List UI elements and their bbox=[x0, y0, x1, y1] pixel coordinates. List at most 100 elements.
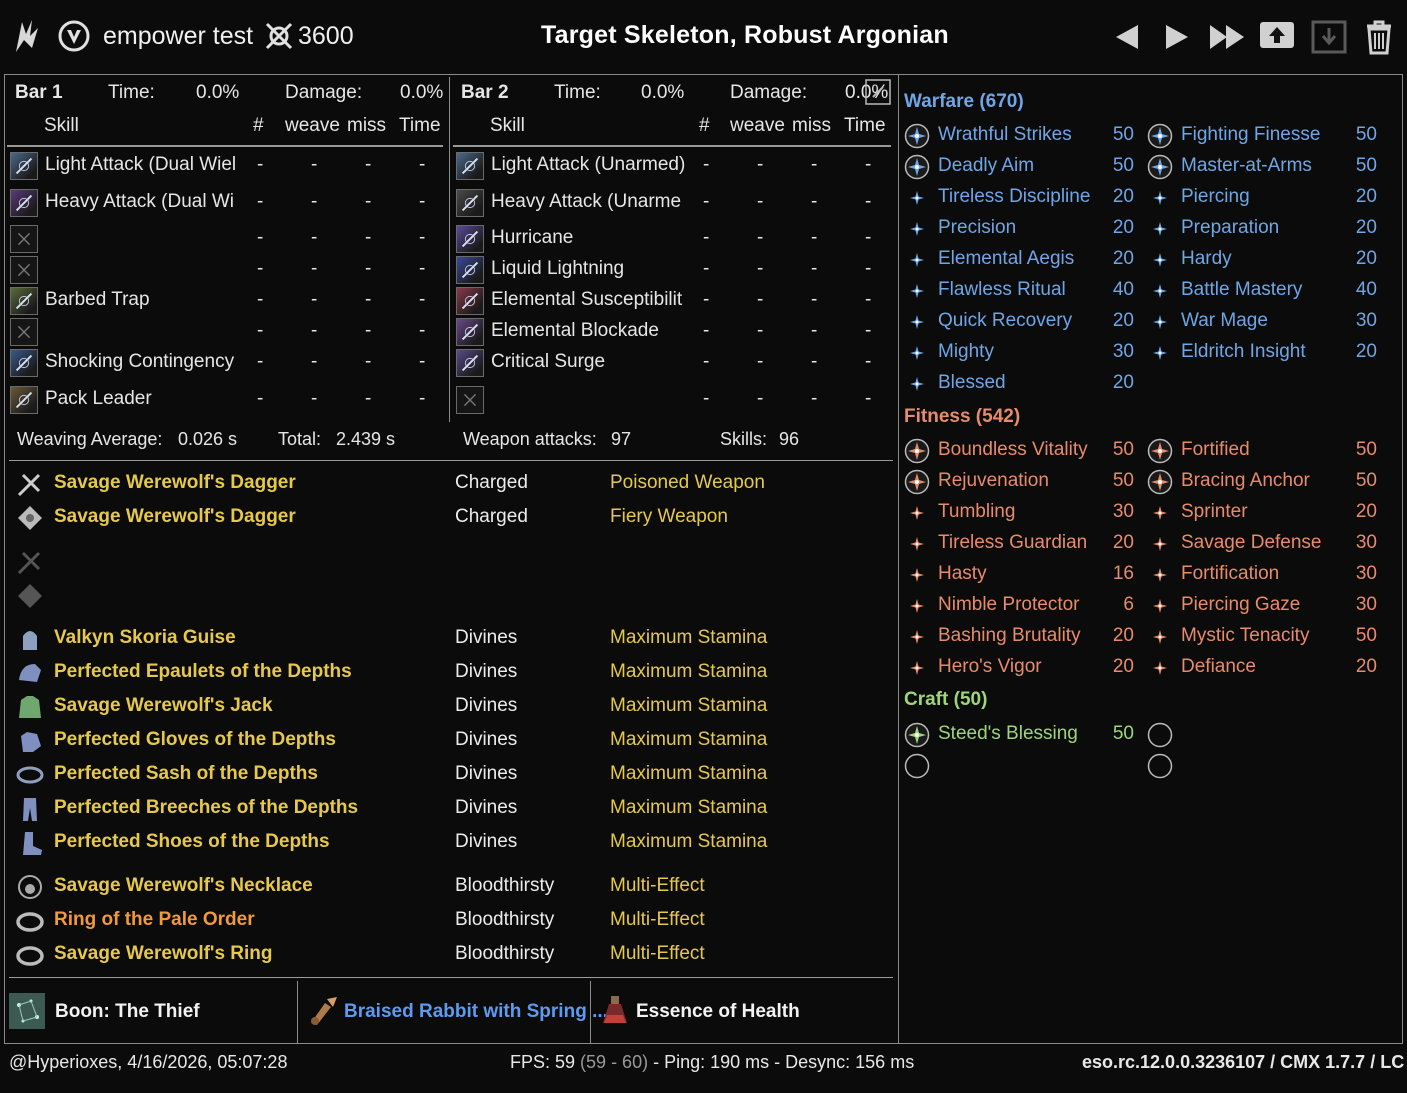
slotted-star-icon bbox=[1147, 469, 1173, 495]
empty-star-slot-icon[interactable] bbox=[1147, 753, 1173, 779]
cp-star-row[interactable]: Preparation 20 bbox=[1147, 214, 1377, 244]
cp-star-row[interactable]: Deadly Aim 50 bbox=[904, 152, 1134, 182]
cp-star-row[interactable]: Mystic Tenacity 50 bbox=[1147, 622, 1377, 652]
gear-row[interactable]: Savage Werewolf's Dagger Charged Poisoned … bbox=[15, 469, 885, 499]
cp-star-row[interactable]: Piercing Gaze 30 bbox=[1147, 591, 1377, 621]
skill-row[interactable]: Critical Surge - - - - bbox=[456, 347, 886, 379]
next-icon[interactable] bbox=[1156, 18, 1196, 56]
cp-star-row[interactable]: Fortification 30 bbox=[1147, 560, 1377, 590]
cp-star-row[interactable]: Steed's Blessing 50 bbox=[904, 720, 1134, 750]
gear-enchant: Maximum Stamina bbox=[610, 661, 768, 682]
cp-star-row[interactable]: Rejuvenation 50 bbox=[904, 467, 1134, 497]
skill-row[interactable]: Heavy Attack (Unarme - - - - bbox=[456, 187, 886, 219]
cp-star-row[interactable]: Battle Mastery 40 bbox=[1147, 276, 1377, 306]
cp-star-row[interactable]: Master-at-Arms 50 bbox=[1147, 152, 1377, 182]
cp-star-row[interactable]: Hasty 16 bbox=[904, 560, 1134, 590]
cp-star-row[interactable]: Tumbling 30 bbox=[904, 498, 1134, 528]
cp-star-points: 50 bbox=[1112, 439, 1134, 460]
character-icon[interactable] bbox=[58, 20, 90, 52]
cp-star-row[interactable]: Bracing Anchor 50 bbox=[1147, 467, 1377, 497]
gear-row[interactable]: Perfected Sash of the Depths Divines Maxim… bbox=[15, 760, 885, 790]
gear-row[interactable]: Perfected Epaulets of the Depths Divines M… bbox=[15, 658, 885, 688]
skill-row[interactable]: Elemental Blockade - - - - bbox=[456, 316, 886, 348]
cp-star-row[interactable]: Piercing 20 bbox=[1147, 183, 1377, 213]
cp-star-row[interactable]: Tireless Guardian 20 bbox=[904, 529, 1134, 559]
skill-row[interactable]: Elemental Susceptibilit - - - - bbox=[456, 285, 886, 317]
passive-star-icon bbox=[1147, 593, 1173, 619]
cp-star-row[interactable]: Defiance 20 bbox=[1147, 653, 1377, 683]
upload-icon[interactable] bbox=[1257, 18, 1297, 56]
empty-star-slot-icon[interactable] bbox=[1147, 722, 1173, 748]
gear-enchant: Maximum Stamina bbox=[610, 695, 768, 716]
food-slot[interactable]: Braised Rabbit with Spring ... bbox=[301, 981, 608, 1041]
gear-row[interactable]: Perfected Gloves of the Depths Divines Max… bbox=[15, 726, 885, 756]
cp-star-row[interactable]: Elemental Aegis 20 bbox=[904, 245, 1134, 275]
cp-star-name: Precision bbox=[938, 217, 1017, 238]
gear-row[interactable]: Valkyn Skoria Guise Divines Maximum Stamin… bbox=[15, 624, 885, 654]
cp-star-row[interactable]: Sprinter 20 bbox=[1147, 498, 1377, 528]
cp-star-row[interactable]: Blessed 20 bbox=[904, 369, 1134, 399]
cp-star-row[interactable]: Quick Recovery 20 bbox=[904, 307, 1134, 337]
cp-star-row[interactable]: Hero's Vigor 20 bbox=[904, 653, 1134, 683]
bar-2-damage-label: Damage: bbox=[730, 82, 808, 103]
skill-num: - bbox=[257, 351, 264, 372]
cp-star-row[interactable]: Flawless Ritual 40 bbox=[904, 276, 1134, 306]
gear-row[interactable]: Perfected Breeches of the Depths Divines M… bbox=[15, 794, 885, 824]
heavy-attack-unarmed-icon bbox=[456, 189, 484, 217]
cp-star-row[interactable]: Fortified 50 bbox=[1147, 436, 1377, 466]
gear-row[interactable]: Savage Werewolf's Necklace Bloodthirsty Mu… bbox=[15, 872, 885, 902]
gear-row[interactable]: Savage Werewolf's Dagger Charged Fiery Wea… bbox=[15, 503, 885, 533]
cp-star-row[interactable]: Nimble Protector 6 bbox=[904, 591, 1134, 621]
download-icon[interactable] bbox=[1309, 18, 1349, 56]
food-icon bbox=[311, 997, 337, 1025]
skill-row[interactable]: Pack Leader - - - - bbox=[10, 384, 440, 416]
skill-row[interactable]: Barbed Trap - - - - bbox=[10, 285, 440, 317]
gear-enchant: Multi-Effect bbox=[610, 875, 705, 896]
skill-row[interactable]: Heavy Attack (Dual Wi - - - - bbox=[10, 187, 440, 219]
gear-row[interactable]: Savage Werewolf's Jack Divines Maximum Sta… bbox=[15, 692, 885, 722]
cp-star-row[interactable]: Tireless Discipline 20 bbox=[904, 183, 1134, 213]
skill-row[interactable]: Light Attack (Dual Wiel - - - - bbox=[10, 150, 440, 182]
passive-star-icon bbox=[904, 371, 930, 397]
cp-star-row[interactable]: Mighty 30 bbox=[904, 338, 1134, 368]
hurricane-icon bbox=[456, 225, 484, 253]
fast-forward-icon[interactable] bbox=[1206, 18, 1246, 56]
mundus-slot[interactable]: Boon: The Thief bbox=[9, 981, 297, 1041]
passive-star-icon bbox=[1147, 278, 1173, 304]
cp-star-row[interactable]: War Mage 30 bbox=[1147, 307, 1377, 337]
gear-enchant: Maximum Stamina bbox=[610, 627, 768, 648]
bar-2-time-value: 0.0% bbox=[641, 82, 685, 103]
cp-star-row[interactable]: Savage Defense 30 bbox=[1147, 529, 1377, 559]
skill-row[interactable]: ---- bbox=[10, 254, 440, 286]
potion-slot[interactable]: Essence of Health bbox=[595, 981, 893, 1041]
trash-icon[interactable] bbox=[1359, 18, 1399, 56]
gear-row[interactable]: Savage Werewolf's Ring Bloodthirsty Multi-… bbox=[15, 940, 885, 970]
skill-row[interactable]: ---- bbox=[10, 223, 440, 255]
gear-trait: Divines bbox=[455, 797, 518, 818]
skill-row[interactable]: Liquid Lightning - - - - bbox=[456, 254, 886, 286]
cp-star-row[interactable]: Bashing Brutality 20 bbox=[904, 622, 1134, 652]
cp-star-row[interactable]: Boundless Vitality 50 bbox=[904, 436, 1134, 466]
cp-star-row[interactable]: Wrathful Strikes 50 bbox=[904, 121, 1134, 151]
skill-row[interactable]: ---- bbox=[10, 316, 440, 348]
cp-star-row[interactable]: Eldritch Insight 20 bbox=[1147, 338, 1377, 368]
gear-row[interactable]: Ring of the Pale Order Bloodthirsty Multi-… bbox=[15, 906, 885, 936]
skill-row[interactable]: Light Attack (Unarmed) - - - - bbox=[456, 150, 886, 182]
prev-icon[interactable] bbox=[1108, 18, 1148, 56]
close-icon[interactable] bbox=[865, 79, 891, 105]
skill-name: Shocking Contingency bbox=[45, 351, 235, 372]
critical-surge-icon bbox=[456, 349, 484, 377]
cp-star-points: 50 bbox=[1355, 155, 1377, 176]
gear-row[interactable]: Perfected Shoes of the Depths Divines Maxi… bbox=[15, 828, 885, 858]
gear-row[interactable] bbox=[15, 547, 885, 577]
cp-star-row[interactable]: Fighting Finesse 50 bbox=[1147, 121, 1377, 151]
cp-star-row[interactable]: Precision 20 bbox=[904, 214, 1134, 244]
gear-row[interactable] bbox=[15, 581, 885, 611]
skill-weave: - bbox=[311, 388, 318, 409]
skill-row[interactable]: Shocking Contingency - - - - bbox=[10, 347, 440, 379]
gear-separator bbox=[9, 977, 893, 978]
cp-star-row[interactable]: Hardy 20 bbox=[1147, 245, 1377, 275]
skill-row[interactable]: ---- bbox=[456, 384, 886, 416]
skill-row[interactable]: Hurricane - - - - bbox=[456, 223, 886, 255]
empty-star-slot-icon[interactable] bbox=[904, 753, 930, 779]
